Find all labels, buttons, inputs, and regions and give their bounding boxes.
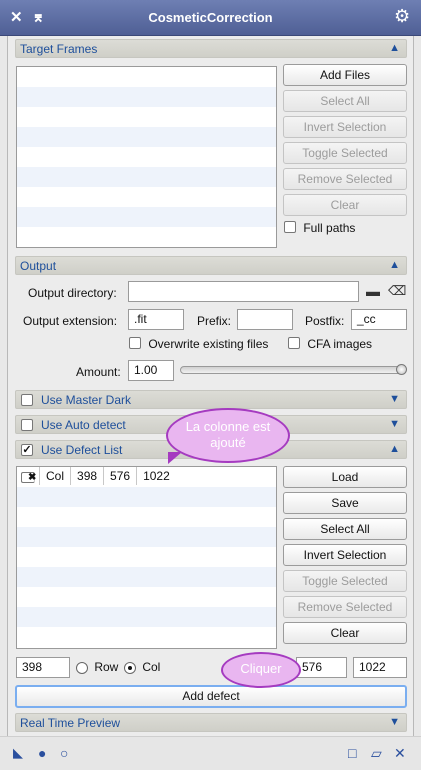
invert-selection-button[interactable]: Invert Selection bbox=[283, 116, 407, 138]
col-radio[interactable]: Col bbox=[124, 660, 160, 674]
expand-down-icon[interactable]: ▼ bbox=[389, 417, 400, 432]
checkbox-box[interactable] bbox=[284, 221, 296, 233]
real-time-preview-section[interactable]: Real Time Preview ▼ bbox=[15, 713, 407, 732]
overwrite-label: Overwrite existing files bbox=[148, 337, 269, 351]
remove-selected-button[interactable]: Remove Selected bbox=[283, 168, 407, 190]
add-files-button[interactable]: Add Files bbox=[283, 64, 407, 86]
auto-detect-checkbox[interactable] bbox=[21, 419, 33, 431]
load-button[interactable]: Load bbox=[283, 466, 407, 488]
new-instance-icon[interactable]: ◣ bbox=[13, 745, 23, 761]
amount-field[interactable]: 1.00 bbox=[128, 360, 174, 381]
prefix-field[interactable] bbox=[237, 309, 293, 330]
apply-global-icon[interactable]: ● bbox=[38, 745, 46, 761]
radio-button[interactable] bbox=[124, 661, 136, 674]
full-paths-label: Full paths bbox=[303, 221, 356, 235]
gear-icon[interactable]: ⚙ bbox=[394, 7, 410, 25]
expand-down-icon[interactable]: ▼ bbox=[389, 715, 400, 730]
defect-position-field[interactable]: 398 bbox=[16, 657, 70, 678]
clear-field-icon[interactable]: ⌫ bbox=[388, 283, 406, 299]
annotation-bubble: La colonne est ajouté bbox=[166, 408, 290, 463]
defect-start-field[interactable]: 576 bbox=[296, 657, 347, 678]
prefix-label: Prefix: bbox=[197, 314, 232, 328]
row-radio-label: Row bbox=[94, 660, 119, 674]
remove-selected-button[interactable]: Remove Selected bbox=[283, 596, 407, 618]
postfix-field[interactable]: _cc bbox=[351, 309, 407, 330]
section-label: Output bbox=[20, 259, 57, 273]
section-label: Use Defect List bbox=[41, 443, 123, 457]
defect-list-checkbox[interactable]: ✓ bbox=[21, 444, 33, 456]
bottom-toolbar: ◣ ● ○ □ ▱ ✕ bbox=[0, 736, 421, 770]
title-bar: ✕ ⌆ CosmeticCorrection ⚙ bbox=[0, 0, 421, 36]
row-value-3: 1022 bbox=[143, 469, 170, 483]
master-dark-section[interactable]: Use Master Dark ▼ bbox=[15, 390, 407, 409]
expand-down-icon[interactable]: ▼ bbox=[389, 392, 400, 407]
section-label: Use Auto detect bbox=[41, 418, 126, 432]
clear-button[interactable]: Clear bbox=[283, 194, 407, 216]
folder-icon[interactable]: ▬ bbox=[366, 283, 380, 299]
section-label: Target Frames bbox=[20, 42, 98, 56]
target-frames-section[interactable]: Target Frames ▲ bbox=[15, 39, 407, 58]
output-directory-label: Output directory: bbox=[28, 286, 117, 300]
overwrite-checkbox[interactable]: Overwrite existing files bbox=[129, 337, 268, 352]
row-value-2: 576 bbox=[104, 467, 138, 485]
section-label: Real Time Preview bbox=[20, 716, 121, 730]
row-value-1: 398 bbox=[71, 467, 105, 485]
output-directory-field[interactable] bbox=[128, 281, 359, 302]
section-label: Use Master Dark bbox=[41, 393, 132, 407]
save-button[interactable]: Save bbox=[283, 492, 407, 514]
bubble-tail bbox=[168, 452, 182, 464]
amount-slider-track[interactable] bbox=[180, 366, 402, 374]
collapse-up-icon[interactable]: ▲ bbox=[389, 442, 400, 457]
select-all-button[interactable]: Select All bbox=[283, 518, 407, 540]
table-row[interactable]: ✖ Col 398 576 1022 bbox=[17, 467, 276, 487]
preferences-icon[interactable]: □ bbox=[348, 745, 356, 761]
amount-slider-thumb[interactable] bbox=[396, 364, 407, 375]
annotation-bubble: Cliquer bbox=[221, 652, 301, 688]
cfa-images-checkbox[interactable]: CFA images bbox=[288, 337, 372, 352]
row-radio[interactable]: Row bbox=[76, 660, 118, 674]
collapse-up-icon[interactable]: ▲ bbox=[389, 41, 400, 56]
defect-end-field[interactable]: 1022 bbox=[353, 657, 407, 678]
checkbox-box[interactable] bbox=[288, 337, 300, 349]
amount-label: Amount: bbox=[76, 365, 121, 379]
row-checkbox[interactable]: ✖ bbox=[21, 472, 36, 483]
full-paths-checkbox[interactable]: Full paths bbox=[284, 221, 355, 236]
add-defect-button[interactable]: Add defect bbox=[15, 685, 407, 708]
target-frames-list[interactable] bbox=[16, 66, 277, 248]
toggle-selected-button[interactable]: Toggle Selected bbox=[283, 142, 407, 164]
output-section[interactable]: Output ▲ bbox=[15, 256, 407, 275]
cfa-images-label: CFA images bbox=[307, 337, 373, 351]
output-extension-label: Output extension: bbox=[23, 314, 118, 328]
reset-icon[interactable]: ✕ bbox=[394, 745, 406, 761]
collapse-up-icon[interactable]: ▲ bbox=[389, 258, 400, 273]
postfix-label: Postfix: bbox=[305, 314, 345, 328]
window-title: CosmeticCorrection bbox=[148, 10, 273, 25]
select-all-button[interactable]: Select All bbox=[283, 90, 407, 112]
col-radio-label: Col bbox=[142, 660, 161, 674]
radio-button[interactable] bbox=[76, 661, 88, 674]
output-extension-field[interactable]: .fit bbox=[128, 309, 184, 330]
toggle-selected-button[interactable]: Toggle Selected bbox=[283, 570, 407, 592]
documentation-icon[interactable]: ▱ bbox=[371, 745, 382, 761]
master-dark-checkbox[interactable] bbox=[21, 394, 33, 406]
clear-button[interactable]: Clear bbox=[283, 622, 407, 644]
row-type: Col bbox=[40, 467, 72, 485]
checkbox-box[interactable] bbox=[129, 337, 141, 349]
defect-list[interactable]: ✖ Col 398 576 1022 bbox=[16, 466, 277, 649]
apply-icon[interactable]: ○ bbox=[60, 745, 68, 761]
invert-selection-button[interactable]: Invert Selection bbox=[283, 544, 407, 566]
